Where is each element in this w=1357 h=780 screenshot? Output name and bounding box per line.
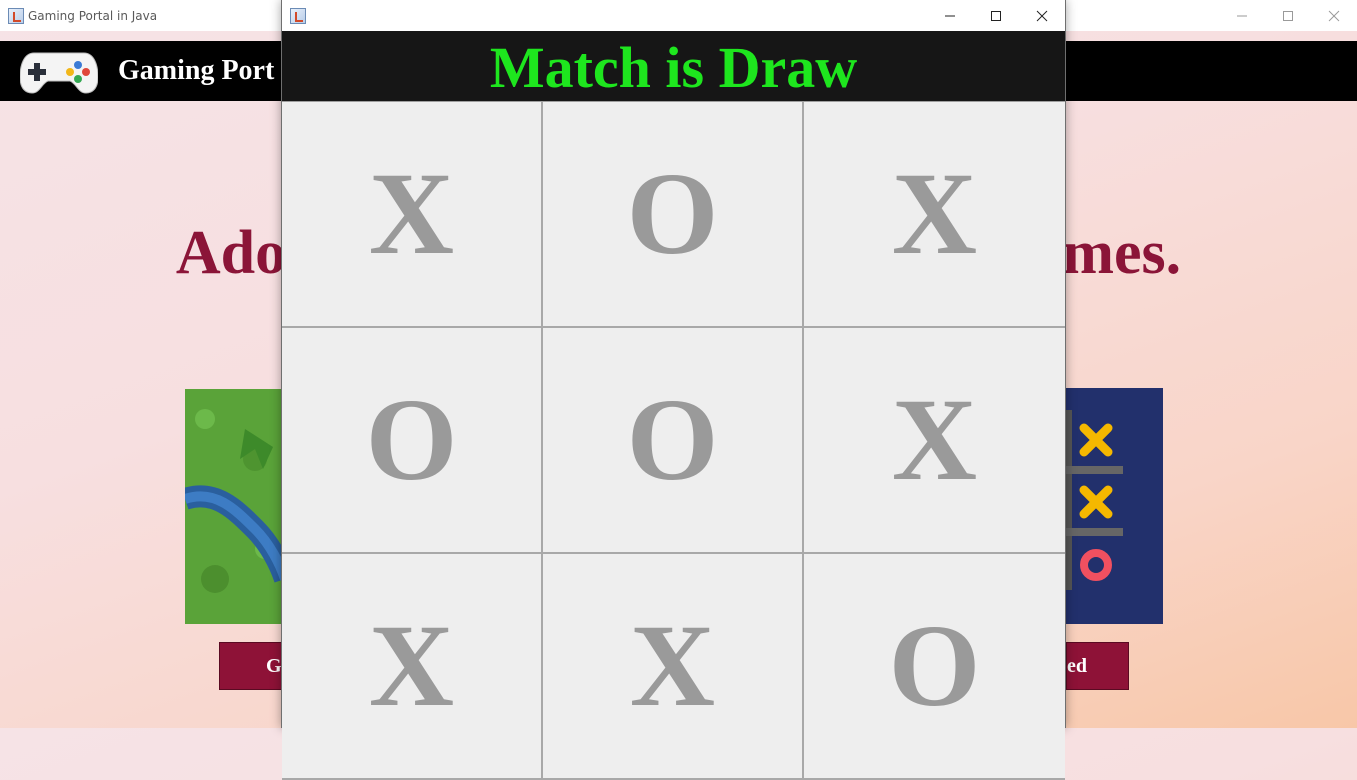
background-minimize-button[interactable]	[1219, 0, 1265, 31]
close-icon	[1328, 10, 1340, 21]
maximize-icon	[1283, 10, 1293, 21]
minimize-icon	[1237, 15, 1247, 16]
background-maximize-button[interactable]	[1265, 0, 1311, 31]
board-cell-9[interactable]: O	[804, 554, 1065, 780]
minimize-icon	[945, 15, 955, 16]
tictactoe-window: Match is Draw X O X O O X X X O	[281, 0, 1066, 780]
tictactoe-window-titlebar	[282, 0, 1065, 31]
play-snake-button-label: G	[266, 654, 282, 677]
board-cell-6[interactable]: X	[804, 328, 1065, 554]
background-window-controls	[1219, 0, 1357, 31]
board-cell-4[interactable]: O	[282, 328, 543, 554]
play-snake-button[interactable]: G	[219, 642, 289, 690]
background-close-button[interactable]	[1311, 0, 1357, 31]
snake-game-thumbnail[interactable]	[185, 389, 285, 624]
gamepad-icon	[20, 52, 98, 94]
close-button[interactable]	[1019, 0, 1065, 31]
tictactoe-board: X O X O O X X X O	[282, 101, 1065, 780]
java-app-icon	[290, 7, 306, 24]
play-tictactoe-button-label: ed	[1067, 654, 1087, 677]
board-cell-8[interactable]: X	[543, 554, 804, 780]
tictactoe-window-controls	[927, 0, 1065, 31]
brand-name: Gaming Port	[118, 55, 275, 86]
tictactoe-game-thumbnail[interactable]	[1066, 388, 1163, 624]
minimize-button[interactable]	[927, 0, 973, 31]
board-cell-2[interactable]: O	[543, 102, 804, 328]
background-window-title: Gaming Portal in Java	[28, 8, 158, 23]
game-status-text: Match is Draw	[489, 34, 858, 100]
maximize-button[interactable]	[973, 0, 1019, 31]
snake-game-image	[185, 389, 285, 624]
close-icon	[1036, 10, 1048, 21]
game-status-bar: Match is Draw	[282, 31, 1065, 101]
maximize-icon	[991, 10, 1001, 21]
board-cell-5[interactable]: O	[543, 328, 804, 554]
board-cell-1[interactable]: X	[282, 102, 543, 328]
board-cell-3[interactable]: X	[804, 102, 1065, 328]
tictactoe-game-image	[1066, 388, 1163, 624]
board-cell-7[interactable]: X	[282, 554, 543, 780]
play-tictactoe-button[interactable]: ed	[1066, 642, 1129, 690]
java-app-icon	[8, 7, 24, 24]
